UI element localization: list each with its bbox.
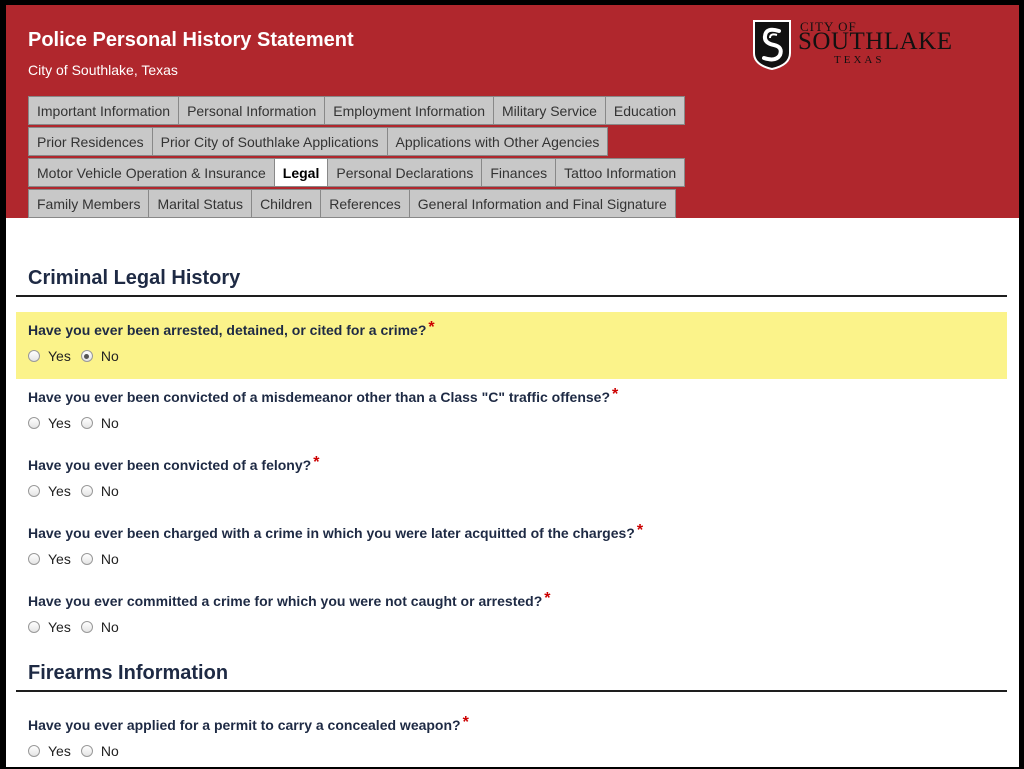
tab-prior-southlake-applications[interactable]: Prior City of Southlake Applications [152,127,388,156]
tab-military-service[interactable]: Military Service [493,96,606,125]
logo-texas: TEXAS [834,54,885,66]
tab-education[interactable]: Education [605,96,686,125]
tab-family-members[interactable]: Family Members [28,189,150,218]
page-frame: Police Personal History Statement City o… [6,5,1019,767]
tab-general-information[interactable]: General Information and Final Signature [409,189,676,218]
yes-no-group: Yes No [28,743,1007,759]
tab-personal-declarations[interactable]: Personal Declarations [328,158,483,187]
question-text: Have you ever been arrested, detained, o… [28,319,435,338]
radio-yes[interactable] [28,350,40,362]
tab-row-4: Family Members Marital Status Children R… [28,189,676,219]
question-arrested: Have you ever been arrested, detained, o… [16,312,1007,379]
radio-no[interactable] [80,621,93,633]
tab-important-information[interactable]: Important Information [28,96,180,125]
yes-no-group: Yes No [28,415,1007,431]
yes-no-group: Yes No [28,348,1007,364]
radio-no[interactable] [80,553,93,565]
radio-label-yes: Yes [48,551,71,567]
tab-prior-residences[interactable]: Prior Residences [28,127,153,156]
question-not-caught: Have you ever committed a crime for whic… [16,590,1007,635]
city-logo: CITY OF SOUTHLAKE TEXAS [752,17,967,73]
required-marker: * [544,590,551,607]
tab-row-2: Prior Residences Prior City of Southlake… [28,127,609,157]
question-acquitted: Have you ever been charged with a crime … [16,522,1007,567]
tab-personal-information[interactable]: Personal Information [179,96,326,125]
header-banner: Police Personal History Statement City o… [6,5,1019,218]
question-felony: Have you ever been convicted of a felony… [16,454,1007,499]
radio-yes[interactable] [28,621,40,633]
tab-tattoo-information[interactable]: Tattoo Information [556,158,686,187]
radio-label-yes: Yes [48,743,71,759]
section-heading-firearms: Firearms Information [28,662,229,684]
required-marker: * [428,319,435,336]
radio-yes[interactable] [28,745,40,757]
radio-yes[interactable] [28,485,40,497]
page-title: Police Personal History Statement [28,29,354,51]
yes-no-group: Yes No [28,551,1007,567]
section-divider [16,295,1007,297]
radio-label-yes: Yes [48,483,71,499]
tab-legal[interactable]: Legal [274,158,329,187]
tab-marital-status[interactable]: Marital Status [149,189,253,218]
radio-label-no: No [100,348,119,364]
radio-label-no: No [100,415,119,431]
tab-motor-vehicle[interactable]: Motor Vehicle Operation & Insurance [28,158,275,187]
radio-label-yes: Yes [48,415,71,431]
section-divider [16,690,1007,692]
yes-no-group: Yes No [28,619,1007,635]
required-marker: * [462,714,469,731]
section-heading-criminal: Criminal Legal History [28,267,241,289]
required-marker: * [612,386,619,403]
radio-yes[interactable] [28,553,40,565]
yes-no-group: Yes No [28,483,1007,499]
question-text: Have you ever been charged with a crime … [28,522,644,541]
tab-finances[interactable]: Finances [482,158,557,187]
southlake-shield-icon [753,20,791,71]
tab-row-3: Motor Vehicle Operation & Insurance Lega… [28,158,686,188]
question-text: Have you ever been convicted of a misdem… [28,386,619,405]
radio-label-no: No [100,743,119,759]
question-text: Have you ever committed a crime for whic… [28,590,551,609]
radio-label-yes: Yes [48,619,71,635]
tab-children[interactable]: Children [252,189,322,218]
question-text: Have you ever been convicted of a felony… [28,454,320,473]
tab-row-1: Important Information Personal Informati… [28,96,686,126]
tab-references[interactable]: References [321,189,410,218]
radio-label-no: No [100,551,119,567]
page-subtitle: City of Southlake, Texas [28,62,178,78]
radio-label-yes: Yes [48,348,71,364]
required-marker: * [313,454,320,471]
radio-label-no: No [100,483,119,499]
radio-no[interactable] [80,350,93,362]
radio-yes[interactable] [28,417,40,429]
tab-employment-information[interactable]: Employment Information [325,96,494,125]
logo-southlake: SOUTHLAKE [798,28,953,55]
radio-no[interactable] [80,485,93,497]
radio-no[interactable] [80,417,93,429]
question-text: Have you ever applied for a permit to ca… [28,714,469,733]
required-marker: * [636,522,644,539]
radio-label-no: No [100,619,119,635]
question-misdemeanor: Have you ever been convicted of a misdem… [16,386,1007,431]
tab-applications-other-agencies[interactable]: Applications with Other Agencies [387,127,609,156]
question-concealed-weapon: Have you ever applied for a permit to ca… [16,714,1007,759]
radio-no[interactable] [80,745,93,757]
